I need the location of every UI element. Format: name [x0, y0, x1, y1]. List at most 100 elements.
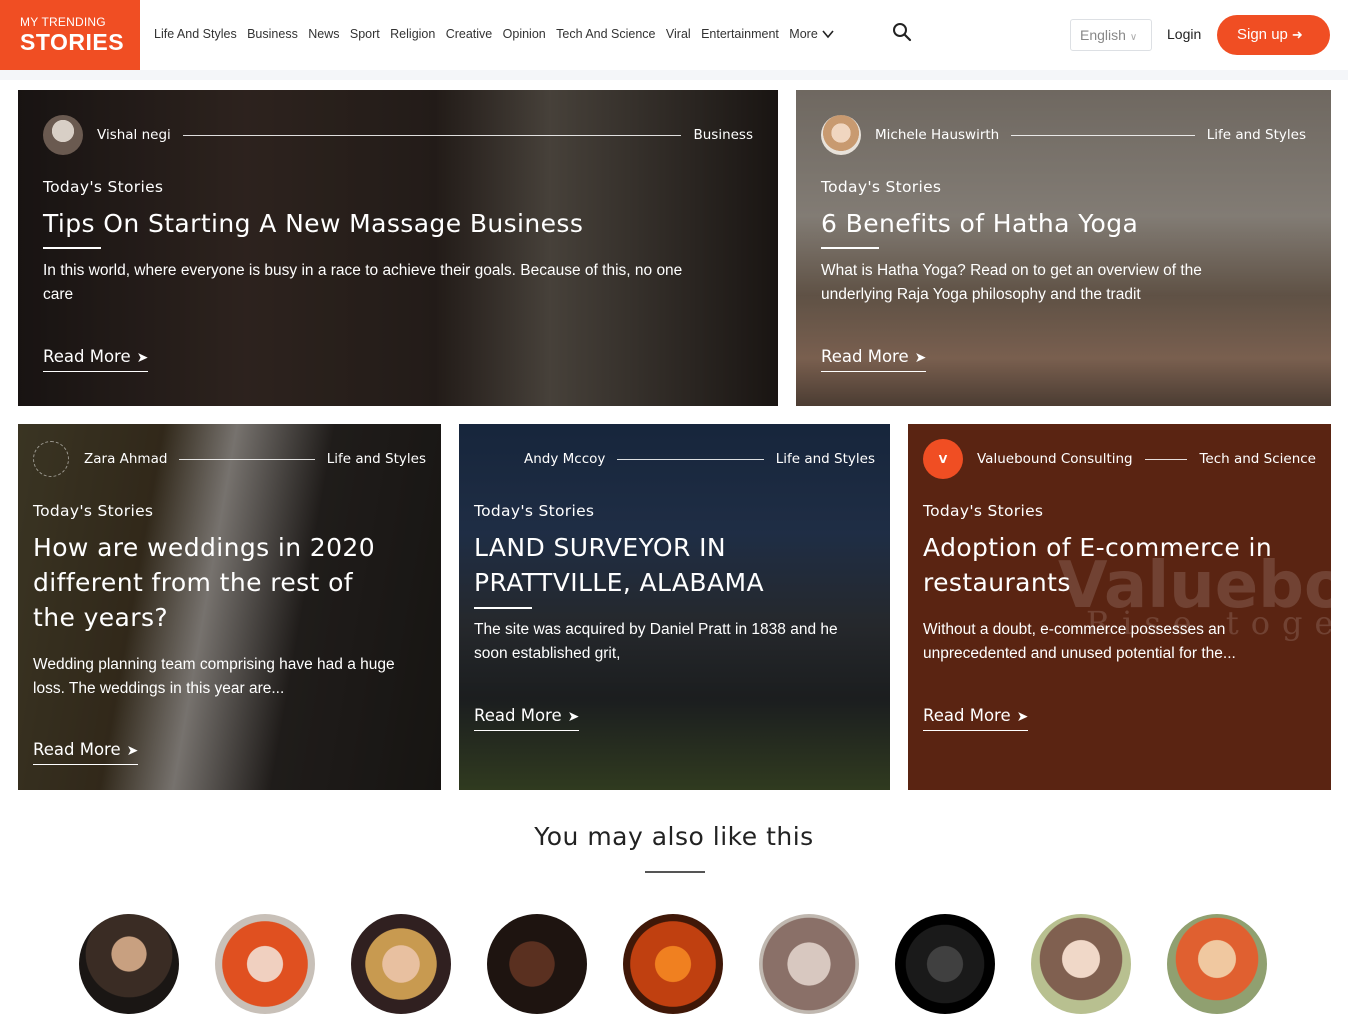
read-more-link[interactable]: Read More ➤	[923, 706, 1029, 731]
person-avatar[interactable]	[79, 914, 179, 1014]
signup-label: Sign up	[1237, 26, 1288, 43]
author-name[interactable]: Valuebound Consulting	[977, 451, 1133, 467]
story-card[interactable]: Valuebo Rise toget V Valuebound Consulti…	[908, 424, 1331, 790]
card-meta: Michele Hauswirth Life and Styles	[821, 115, 1306, 155]
main-nav: Life And Styles Business News Sport Reli…	[154, 27, 844, 41]
person-avatar[interactable]	[215, 914, 315, 1014]
meta-divider	[1011, 134, 1195, 136]
login-link[interactable]: Login	[1167, 26, 1201, 42]
card-description: Wedding planning team comprising have ha…	[33, 656, 395, 697]
read-more-label: Read More	[821, 347, 909, 366]
card-meta: V Valuebound Consulting Tech and Science	[923, 439, 1316, 479]
card-kicker: Today's Stories	[474, 502, 595, 520]
person-avatar[interactable]	[351, 914, 451, 1014]
meta-divider	[1144, 458, 1188, 460]
nav-item-tech-and-science[interactable]: Tech And Science	[556, 27, 655, 41]
read-more-label: Read More	[923, 706, 1011, 725]
read-more-label: Read More	[43, 347, 131, 366]
meta-divider	[182, 134, 682, 136]
language-select[interactable]: English ∨	[1070, 19, 1152, 51]
nav-item-sport[interactable]: Sport	[350, 27, 380, 41]
card-title[interactable]: How are weddings in 2020 different from …	[33, 530, 393, 635]
nav-item-religion[interactable]: Religion	[390, 27, 435, 41]
signup-button[interactable]: Sign up ➜	[1217, 15, 1330, 55]
search-icon[interactable]	[892, 22, 912, 42]
card-title[interactable]: 6 Benefits of Hatha Yoga	[821, 206, 1301, 241]
author-avatar[interactable]: V	[923, 439, 963, 479]
arrow-right-icon: ➤	[914, 350, 927, 366]
card-kicker: Today's Stories	[33, 502, 154, 520]
card-title[interactable]: LAND SURVEYOR IN PRATTVILLE, ALABAMA	[474, 530, 874, 600]
author-avatar[interactable]	[43, 115, 83, 155]
card-meta: Vishal negi Business	[43, 115, 753, 155]
author-name[interactable]: Michele Hauswirth	[875, 127, 999, 143]
person-avatar[interactable]	[895, 914, 995, 1014]
card-title[interactable]: Adoption of E-commerce in restaurants	[923, 530, 1303, 600]
read-more-link[interactable]: Read More ➤	[474, 706, 580, 731]
read-more-label: Read More	[474, 706, 562, 725]
person-avatar[interactable]	[759, 914, 859, 1014]
nav-item-opinion[interactable]: Opinion	[503, 27, 546, 41]
story-card[interactable]: Vishal negi Business Today's Stories Tip…	[18, 90, 778, 406]
category-label[interactable]: Life and Styles	[327, 451, 426, 467]
category-label[interactable]: Business	[693, 127, 753, 143]
title-underline	[43, 247, 101, 249]
title-underline	[474, 607, 532, 609]
nav-item-news[interactable]: News	[308, 27, 339, 41]
top-header: MY TRENDING STORIES Life And Styles Busi…	[0, 0, 1348, 70]
author-avatar-row	[79, 914, 1267, 1014]
title-underline	[821, 247, 879, 249]
nav-item-business[interactable]: Business	[247, 27, 298, 41]
person-avatar[interactable]	[1031, 914, 1131, 1014]
nav-item-life-and-styles[interactable]: Life And Styles	[154, 27, 237, 41]
author-name[interactable]: Zara Ahmad	[84, 451, 167, 467]
author-name[interactable]: Vishal negi	[97, 127, 171, 143]
author-avatar[interactable]	[33, 441, 69, 477]
language-value: English	[1080, 27, 1126, 43]
arrow-right-icon: ➤	[126, 743, 139, 759]
logo-line2: STORIES	[20, 29, 125, 55]
also-like-underline	[645, 871, 705, 873]
card-title[interactable]: Tips On Starting A New Massage Business	[43, 206, 743, 241]
read-more-label: Read More	[33, 740, 121, 759]
category-label[interactable]: Life and Styles	[776, 451, 875, 467]
nav-more-label: More	[789, 27, 818, 41]
logo-line1: MY TRENDING	[20, 15, 106, 29]
nav-item-entertainment[interactable]: Entertainment	[701, 27, 779, 41]
meta-divider	[617, 458, 764, 460]
story-card[interactable]: Zara Ahmad Life and Styles Today's Stori…	[18, 424, 441, 790]
nav-item-creative[interactable]: Creative	[446, 27, 493, 41]
chevron-down-icon: ∨	[1129, 32, 1138, 43]
card-kicker: Today's Stories	[43, 178, 164, 196]
card-description: Without a doubt, e-commerce possesses an…	[923, 621, 1236, 662]
author-avatar[interactable]	[821, 115, 861, 155]
arrow-right-icon: ➤	[136, 350, 149, 366]
read-more-link[interactable]: Read More ➤	[43, 347, 149, 372]
meta-divider	[179, 458, 315, 460]
card-description: What is Hatha Yoga? Read on to get an ov…	[821, 262, 1202, 303]
nav-more-dropdown[interactable]: More	[789, 27, 834, 41]
card-meta: Andy Mccoy Life and Styles	[474, 441, 875, 477]
avatar-initial: V	[938, 452, 948, 466]
header-divider	[0, 70, 1348, 80]
nav-item-viral[interactable]: Viral	[666, 27, 691, 41]
story-card[interactable]: Michele Hauswirth Life and Styles Today'…	[796, 90, 1331, 406]
person-avatar[interactable]	[1167, 914, 1267, 1014]
story-card[interactable]: Andy Mccoy Life and Styles Today's Stori…	[459, 424, 890, 790]
read-more-link[interactable]: Read More ➤	[821, 347, 927, 372]
card-kicker: Today's Stories	[923, 502, 1044, 520]
author-name[interactable]: Andy Mccoy	[524, 451, 605, 467]
category-label[interactable]: Life and Styles	[1207, 127, 1306, 143]
person-avatar[interactable]	[623, 914, 723, 1014]
card-meta: Zara Ahmad Life and Styles	[33, 441, 426, 477]
arrow-right-icon: ➤	[567, 709, 580, 725]
author-avatar[interactable]	[474, 441, 510, 477]
category-label[interactable]: Tech and Science	[1199, 451, 1316, 467]
also-like-heading: You may also like this	[534, 822, 814, 851]
read-more-link[interactable]: Read More ➤	[33, 740, 139, 765]
card-description: In this world, where everyone is busy in…	[43, 262, 683, 303]
person-avatar[interactable]	[487, 914, 587, 1014]
site-logo[interactable]: MY TRENDING STORIES	[0, 0, 140, 70]
card-description: The site was acquired by Daniel Pratt in…	[474, 621, 838, 662]
chevron-down-icon	[822, 29, 834, 38]
